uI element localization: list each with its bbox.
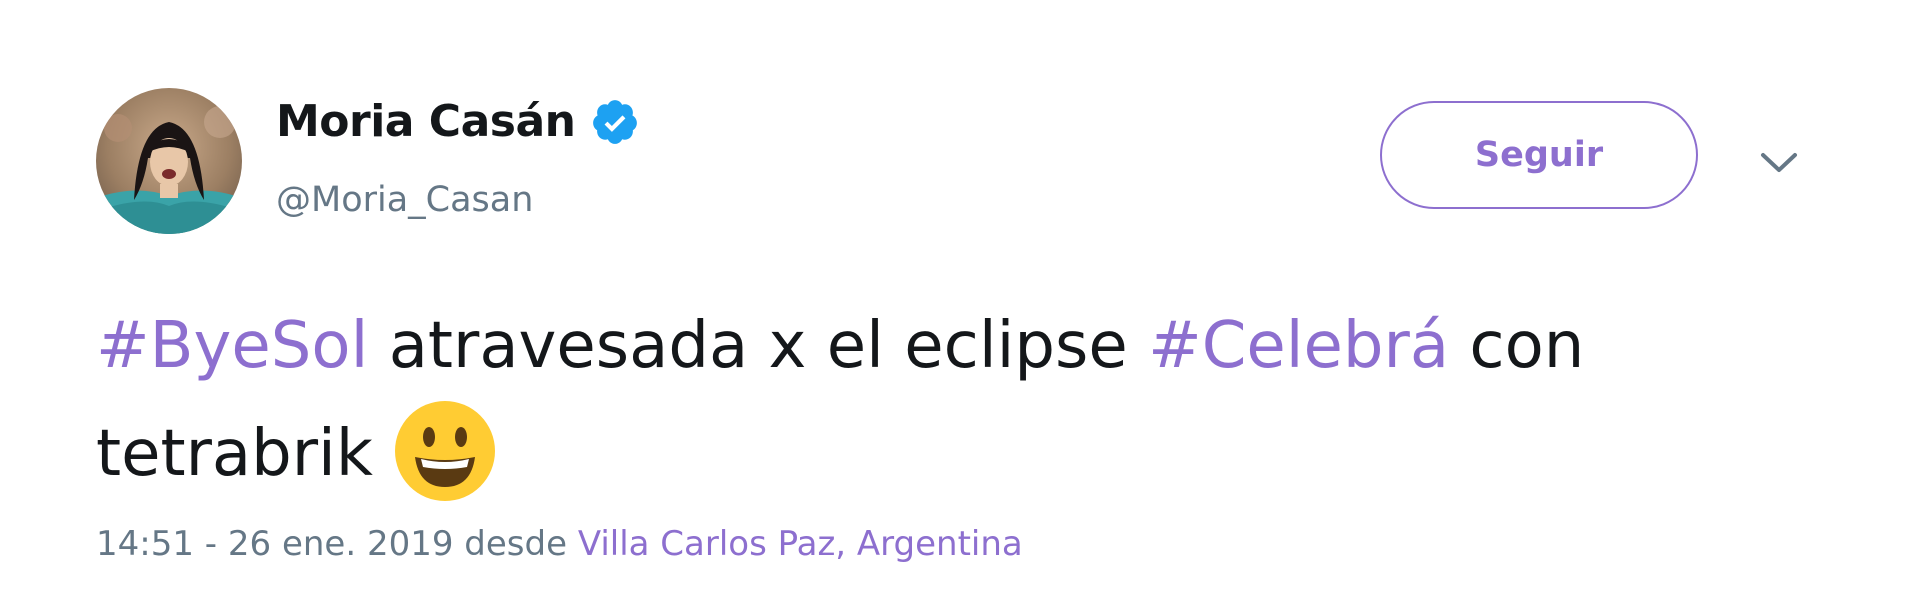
tweet-card: Moria Casán @Moria_Casan Seguir #ByeSol …: [0, 0, 1920, 610]
verified-badge-icon: [592, 99, 637, 144]
timestamp[interactable]: 14:51 - 26 ene. 2019: [96, 524, 453, 564]
avatar[interactable]: [96, 88, 242, 234]
avatar-image: [96, 88, 242, 234]
via-label: desde: [464, 524, 567, 564]
chevron-down-icon[interactable]: [1758, 150, 1800, 176]
tweet-text-segment: atravesada x el eclipse: [368, 309, 1149, 383]
author-name-row: Moria Casán: [276, 96, 640, 147]
location-link[interactable]: Villa Carlos Paz, Argentina: [578, 524, 1023, 564]
hashtag-link[interactable]: #ByeSol: [96, 309, 368, 383]
handle[interactable]: @Moria_Casan: [276, 180, 533, 220]
display-name[interactable]: Moria Casán: [276, 96, 576, 147]
follow-button[interactable]: Seguir: [1380, 101, 1698, 209]
grinning-face-emoji: [394, 401, 495, 502]
tweet-meta: 14:51 - 26 ene. 2019 desde Villa Carlos …: [96, 524, 1023, 564]
hashtag-link[interactable]: #Celebrá: [1148, 309, 1449, 383]
tweet-text: #ByeSol atravesada x el eclipse #Celebrá…: [96, 292, 1796, 509]
